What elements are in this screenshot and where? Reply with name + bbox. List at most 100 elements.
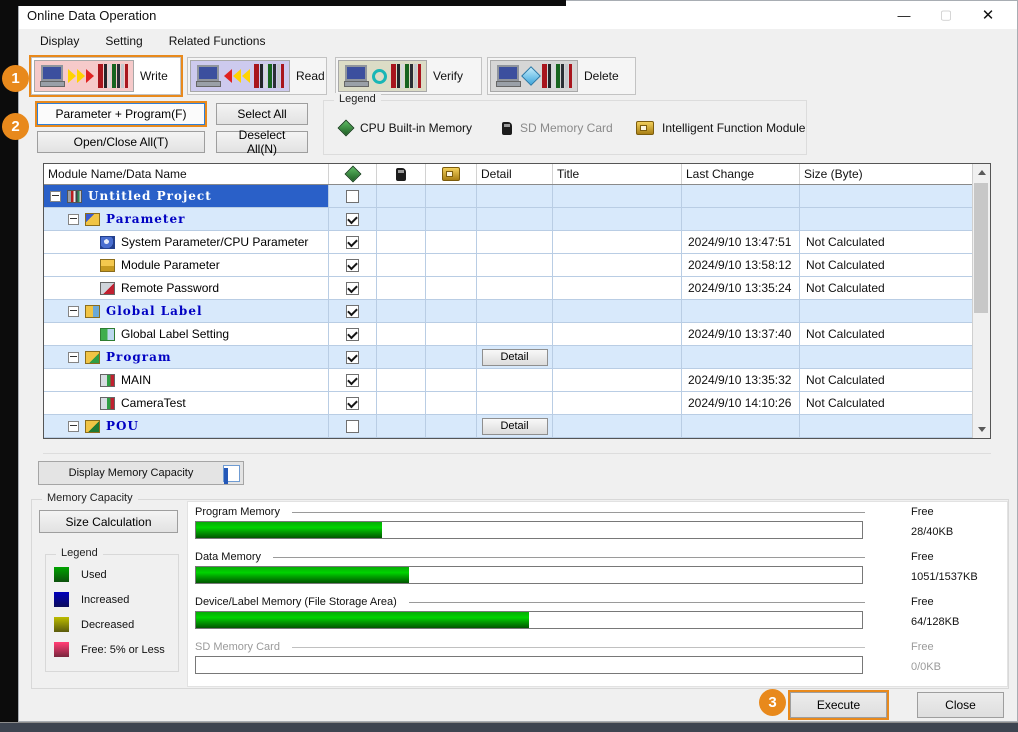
size-cell: Not Calculated <box>800 254 973 277</box>
scroll-up-arrow-icon[interactable] <box>973 164 990 181</box>
cpu-memory-target-cell[interactable] <box>329 254 377 277</box>
row-name-cell[interactable]: Parameter <box>44 208 329 231</box>
read-button[interactable]: Read <box>187 57 327 95</box>
last-change-cell <box>682 415 800 438</box>
memory-bar-group: Device/Label Memory (File Storage Area) … <box>195 596 1001 638</box>
scrollbar-thumb[interactable] <box>974 183 988 313</box>
parameter-program-button[interactable]: Parameter + Program(F) <box>37 103 205 125</box>
row-checkbox[interactable] <box>346 397 359 410</box>
display-memory-capacity-button[interactable]: Display Memory Capacity <box>38 461 244 485</box>
memory-usage-bar <box>195 521 863 539</box>
menu-item[interactable]: Setting <box>92 31 155 51</box>
row-name-cell[interactable]: Module Parameter <box>44 254 329 277</box>
row-checkbox[interactable] <box>346 351 359 364</box>
row-checkbox[interactable] <box>346 190 359 203</box>
size-calculation-button[interactable]: Size Calculation <box>39 510 178 533</box>
tree-collapse-icon[interactable] <box>68 352 79 363</box>
close-button[interactable]: Close <box>917 692 1004 718</box>
cpu-memory-target-cell[interactable] <box>329 277 377 300</box>
table-row[interactable]: MAIN 2024/9/10 13:35:32 Not Calculated <box>44 369 990 392</box>
sd-memory-card-icon <box>396 168 406 181</box>
detail-cell <box>477 185 553 208</box>
memory-graphs-panel: Program Memory Free 28/40KB Data Memory … <box>187 501 1008 687</box>
menu-item[interactable]: Display <box>27 31 92 51</box>
tree-collapse-icon[interactable] <box>68 421 79 432</box>
close-window-button[interactable]: ✕ <box>967 1 1009 29</box>
deselect-all-button[interactable]: Deselect All(N) <box>216 131 308 153</box>
row-checkbox[interactable] <box>346 328 359 341</box>
table-vertical-scrollbar[interactable] <box>972 164 990 438</box>
table-row[interactable]: Module Parameter 2024/9/10 13:58:12 Not … <box>44 254 990 277</box>
row-checkbox[interactable] <box>346 236 359 249</box>
row-name-cell[interactable]: Remote Password <box>44 277 329 300</box>
system-parameter-icon <box>100 236 115 249</box>
memory-bar-label: Device/Label Memory (File Storage Area) <box>195 596 397 608</box>
table-row[interactable]: Parameter <box>44 208 990 231</box>
cpu-memory-target-cell[interactable] <box>329 346 377 369</box>
legend-group-title: Legend <box>334 93 381 105</box>
detail-button[interactable]: Detail <box>482 418 548 435</box>
transfer-arrows-icon <box>224 69 250 83</box>
minimize-button[interactable]: — <box>883 1 925 29</box>
background-strip-top <box>0 0 566 6</box>
delete-button[interactable]: Delete <box>487 57 636 95</box>
scroll-down-arrow-icon[interactable] <box>973 421 990 438</box>
intelligent-module-target-cell <box>426 185 477 208</box>
table-row[interactable]: CameraTest 2024/9/10 14:10:26 Not Calcul… <box>44 392 990 415</box>
maximize-button[interactable]: ▢ <box>925 1 967 29</box>
row-name-cell[interactable]: Global Label <box>44 300 329 323</box>
table-row[interactable]: Global Label Setting 2024/9/10 13:37:40 … <box>44 323 990 346</box>
row-name-cell[interactable]: Untitled Project <box>44 185 329 208</box>
row-checkbox[interactable] <box>346 259 359 272</box>
cpu-memory-target-cell[interactable] <box>329 392 377 415</box>
free-title: Free <box>911 596 959 608</box>
tree-collapse-icon[interactable] <box>50 191 61 202</box>
plc-module-icon <box>542 64 572 88</box>
detail-button[interactable]: Detail <box>482 349 548 366</box>
divider <box>273 557 865 558</box>
cpu-memory-target-cell[interactable] <box>329 231 377 254</box>
row-name-cell[interactable]: Program <box>44 346 329 369</box>
row-checkbox[interactable] <box>346 374 359 387</box>
row-checkbox[interactable] <box>346 282 359 295</box>
cpu-memory-target-cell[interactable] <box>329 208 377 231</box>
cpu-memory-target-cell[interactable] <box>329 185 377 208</box>
row-name-cell[interactable]: MAIN <box>44 369 329 392</box>
free-value: 0/0KB <box>911 661 941 673</box>
menu-item[interactable]: Related Functions <box>156 31 279 51</box>
cpu-memory-target-cell[interactable] <box>329 369 377 392</box>
row-name-cell[interactable]: POU <box>44 415 329 438</box>
select-all-button[interactable]: Select All <box>216 103 308 125</box>
tree-collapse-icon[interactable] <box>68 214 79 225</box>
table-row[interactable]: Untitled Project <box>44 185 990 208</box>
tree-collapse-icon[interactable] <box>68 306 79 317</box>
verify-button[interactable]: Verify <box>335 57 482 95</box>
table-row[interactable]: Program Detail <box>44 346 990 369</box>
memory-legend-item: Increased <box>54 592 178 607</box>
table-row[interactable]: Global Label <box>44 300 990 323</box>
cpu-memory-target-cell[interactable] <box>329 300 377 323</box>
row-checkbox[interactable] <box>346 305 359 318</box>
write-button[interactable]: Write <box>31 57 181 95</box>
size-cell <box>800 300 973 323</box>
cpu-memory-target-cell[interactable] <box>329 415 377 438</box>
row-name-cell[interactable]: Global Label Setting <box>44 323 329 346</box>
header-title: Title <box>553 164 682 184</box>
sd-card-target-cell <box>377 277 426 300</box>
title-cell <box>553 415 682 438</box>
row-checkbox[interactable] <box>346 213 359 226</box>
sd-card-target-cell <box>377 415 426 438</box>
execute-button[interactable]: Execute <box>790 692 887 718</box>
row-name-cell[interactable]: System Parameter/CPU Parameter <box>44 231 329 254</box>
row-checkbox[interactable] <box>346 420 359 433</box>
intelligent-module-target-cell <box>426 415 477 438</box>
row-label: Global Label Setting <box>121 327 229 341</box>
last-change-cell <box>682 185 800 208</box>
open-close-all-button[interactable]: Open/Close All(T) <box>37 131 205 153</box>
table-row[interactable]: POU Detail <box>44 415 990 438</box>
table-row[interactable]: Remote Password 2024/9/10 13:35:24 Not C… <box>44 277 990 300</box>
cpu-memory-target-cell[interactable] <box>329 323 377 346</box>
table-row[interactable]: System Parameter/CPU Parameter 2024/9/10… <box>44 231 990 254</box>
row-name-cell[interactable]: CameraTest <box>44 392 329 415</box>
memory-used-fill <box>196 522 382 538</box>
